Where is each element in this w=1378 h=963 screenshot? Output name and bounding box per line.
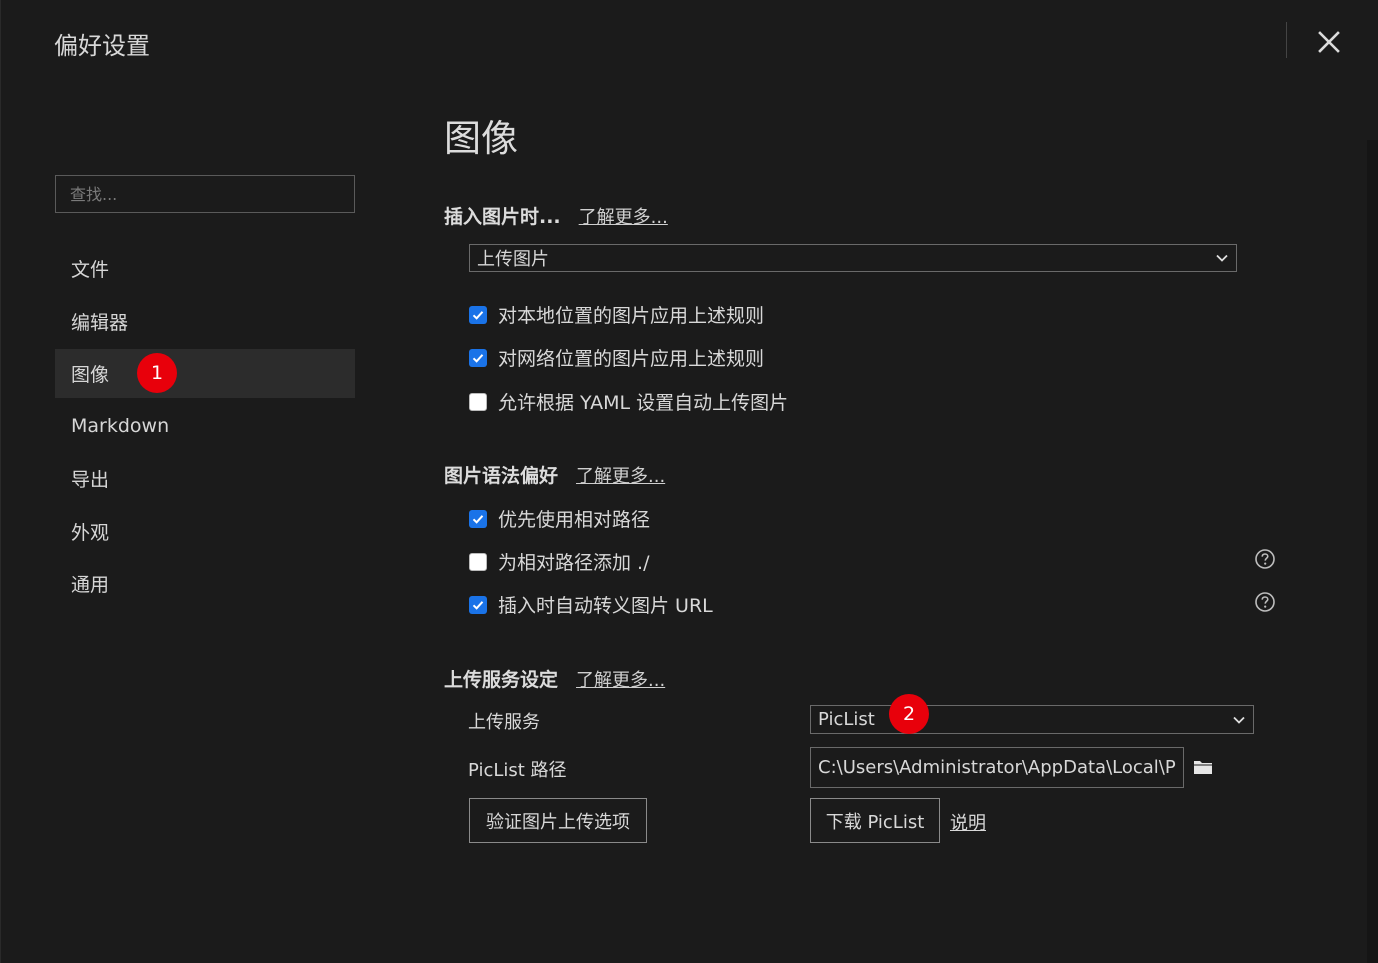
checkbox-row-relative: 优先使用相对路径 [469,505,650,532]
upload-service-label: 上传服务 [468,712,540,733]
insert-action-select[interactable]: 上传图片 [469,244,1237,272]
piclist-path-input[interactable] [810,747,1184,788]
scrollbar[interactable] [1367,140,1378,963]
select-value: PicList [818,709,875,730]
relative-path-checkbox[interactable] [469,509,487,528]
sidebar-item-label: 文件 [71,259,110,281]
preferences-window: 偏好设置 文件 编辑器 图像 1 Markdown 导出 外观 通用 图像 插入… [0,0,1378,963]
upload-section-heading: 上传服务设定 了解更多... [444,665,665,692]
checkbox-row-escape: 插入时自动转义图片 URL [469,591,713,618]
sidebar-item-label: 导出 [71,469,110,491]
folder-icon[interactable] [1193,757,1213,777]
check-icon [472,353,484,363]
chevron-down-icon [1233,716,1245,724]
checkbox-row-network: 对网络位置的图片应用上述规则 [469,344,764,371]
search-input[interactable] [55,175,355,213]
check-icon [472,310,484,320]
section-heading-text: 图片语法偏好 [444,465,559,487]
learn-more-link[interactable]: 了解更多... [579,203,668,229]
sidebar-item-markdown[interactable]: Markdown [55,402,355,451]
sidebar-item-label: 图像 [71,364,110,386]
checkbox-label: 对网络位置的图片应用上述规则 [498,348,765,370]
step-badge: 1 [137,353,177,393]
page-title: 图像 [444,117,518,160]
checkbox-label: 允许根据 YAML 设置自动上传图片 [498,392,789,414]
sidebar-nav: 文件 编辑器 图像 1 Markdown 导出 外观 通用 [55,244,355,612]
sidebar-item-label: 外观 [71,521,110,544]
network-images-checkbox[interactable] [469,348,487,367]
sidebar-item-label: 编辑器 [71,311,129,334]
chevron-down-icon [1216,254,1228,262]
sidebar-item-export[interactable]: 导出 [55,454,355,503]
sidebar-item-appearance[interactable]: 外观 [55,507,355,556]
step-badge: 2 [889,694,929,734]
help-icon[interactable] [1254,591,1276,613]
section-heading-text: 上传服务设定 [444,669,559,691]
learn-more-link[interactable]: 了解更多... [576,462,665,488]
checkbox-label: 插入时自动转义图片 URL [498,595,713,617]
sidebar-item-image[interactable]: 图像 1 [55,349,355,398]
select-value: 上传图片 [477,249,549,270]
sidebar-item-label: 通用 [71,574,110,596]
checkbox-row-local: 对本地位置的图片应用上述规则 [469,301,764,328]
download-piclist-button[interactable]: 下载 PicList [810,798,940,843]
checkbox-label: 对本地位置的图片应用上述规则 [498,305,765,327]
window-title: 偏好设置 [54,32,150,60]
syntax-section-heading: 图片语法偏好 了解更多... [444,461,665,488]
checkbox-row-dot-slash: 为相对路径添加 ./ [469,548,649,575]
checkbox-label: 优先使用相对路径 [498,509,651,531]
sidebar-item-file[interactable]: 文件 [55,244,355,293]
verify-upload-button[interactable]: 验证图片上传选项 [469,798,647,843]
check-icon [472,600,484,610]
help-icon[interactable] [1254,548,1276,570]
learn-more-link[interactable]: 了解更多... [576,666,665,692]
instructions-link[interactable]: 说明 [950,809,986,835]
upload-service-select[interactable]: PicList [810,705,1254,734]
escape-url-checkbox[interactable] [469,595,487,614]
insert-section-heading: 插入图片时... 了解更多... [444,202,668,229]
piclist-path-label: PicList 路径 [468,760,567,781]
main-panel: 图像 插入图片时... 了解更多... 上传图片 对本地位置的图片应用上述规则 … [444,0,1344,963]
dot-slash-checkbox[interactable] [469,552,487,571]
section-heading-text: 插入图片时... [444,206,561,228]
checkbox-label: 为相对路径添加 ./ [498,552,650,574]
yaml-upload-checkbox[interactable] [469,392,487,411]
check-icon [472,514,484,524]
sidebar-item-label: Markdown [71,415,170,437]
sidebar-item-editor[interactable]: 编辑器 [55,297,355,346]
checkbox-row-yaml: 允许根据 YAML 设置自动上传图片 [469,388,788,415]
local-images-checkbox[interactable] [469,305,487,324]
sidebar-item-general[interactable]: 通用 [55,559,355,608]
